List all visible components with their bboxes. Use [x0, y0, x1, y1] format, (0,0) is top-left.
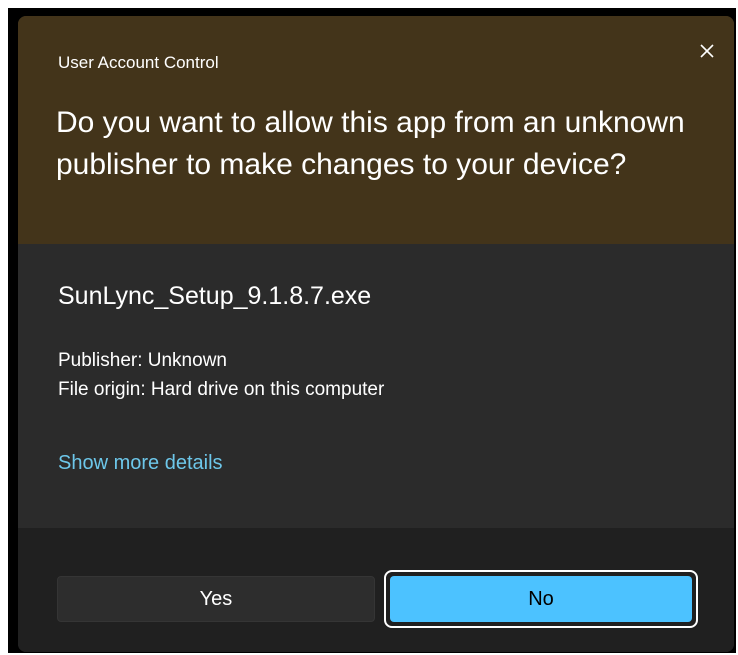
yes-button[interactable]: Yes: [57, 576, 375, 622]
no-button[interactable]: No: [390, 576, 692, 622]
file-origin-info: File origin: Hard drive on this computer: [58, 379, 385, 400]
dialog-header: User Account Control Do you want to allo…: [18, 16, 734, 244]
dialog-title: User Account Control: [58, 53, 219, 72]
window-frame: User Account Control Do you want to allo…: [8, 8, 736, 653]
uac-dialog: User Account Control Do you want to allo…: [18, 16, 734, 652]
close-button[interactable]: [690, 34, 724, 68]
publisher-info: Publisher: Unknown: [58, 350, 227, 371]
show-more-details-link[interactable]: Show more details: [58, 452, 223, 475]
dialog-question: Do you want to allow this app from an un…: [56, 106, 685, 181]
dialog-footer: Yes No: [18, 528, 734, 652]
close-icon: [700, 44, 714, 58]
app-name: SunLync_Setup_9.1.8.7.exe: [58, 282, 372, 310]
